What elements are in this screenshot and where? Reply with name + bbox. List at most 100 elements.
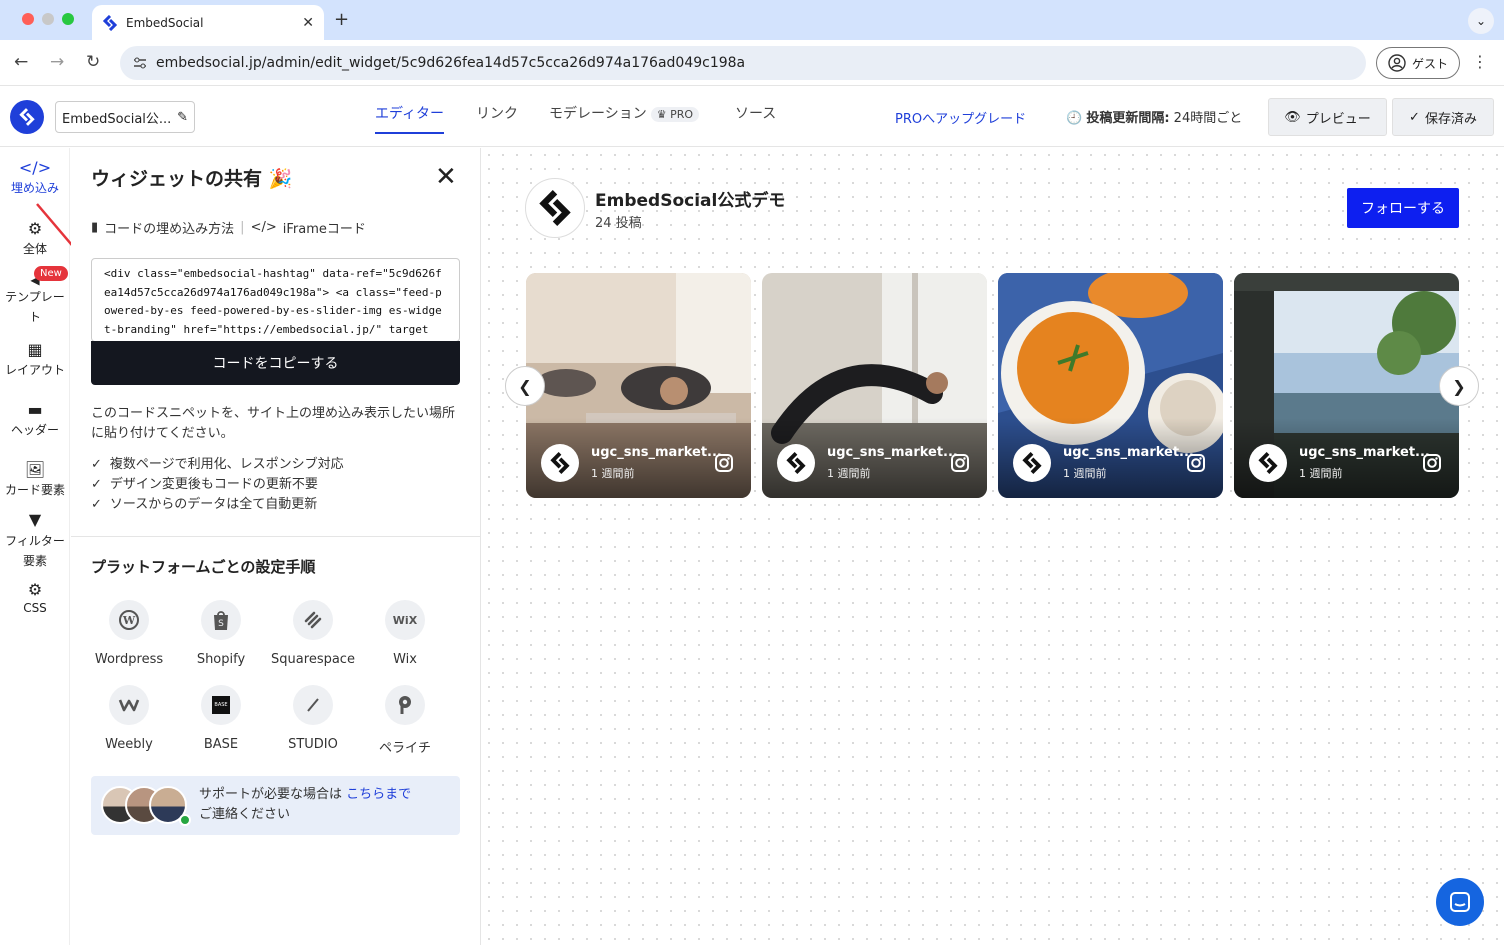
support-suffix: ご連絡ください <box>199 807 291 822</box>
platform-squarespace[interactable]: Squarespace <box>267 600 359 667</box>
support-avatars <box>101 786 191 826</box>
guest-profile-button[interactable]: ゲスト <box>1376 47 1460 79</box>
filter-icon: ▼ <box>28 510 42 529</box>
browser-tab[interactable]: EmbedSocial ✕ <box>92 5 324 40</box>
address-bar[interactable]: embedsocial.jp/admin/edit_widget/5c9d626… <box>120 46 1366 80</box>
embedsocial-logo[interactable] <box>10 100 44 134</box>
shopify-bag-icon: S <box>201 600 241 640</box>
card-avatar <box>777 444 815 482</box>
nav-header[interactable]: ▬ ヘッダー <box>0 400 70 438</box>
browser-tabbar: EmbedSocial ✕ + ⌄ <box>0 0 1504 40</box>
nav-layout-label: レイアウト <box>4 363 65 377</box>
peraichi-icon <box>385 685 425 725</box>
nav-css[interactable]: ⚙ CSS <box>0 580 70 615</box>
close-icon[interactable]: ✕ <box>435 162 457 192</box>
nav-card[interactable]: 🖼 カード要素 <box>0 460 70 498</box>
squarespace-icon <box>293 600 333 640</box>
feature-text: 複数ページで利用化、レスポンシブ対応 <box>109 457 344 472</box>
preview-button[interactable]: 👁 プレビュー <box>1268 98 1387 136</box>
panel-title: ウィジェットの共有 🎉 <box>91 168 293 190</box>
platform-wix[interactable]: WiX Wix <box>359 600 451 667</box>
platform-label: STUDIO <box>288 737 338 752</box>
weebly-icon <box>109 685 149 725</box>
nav-filter-label: フィルター要素 <box>5 534 65 568</box>
card-username: ugc_sns_market... <box>1299 445 1430 460</box>
chat-icon <box>1450 892 1470 912</box>
nav-layout[interactable]: ▦ レイアウト <box>0 340 70 378</box>
support-link[interactable]: こちらまで <box>346 787 411 802</box>
back-icon[interactable]: ← <box>14 52 28 72</box>
profile-icon <box>1388 54 1406 72</box>
maximize-window-icon[interactable] <box>62 13 74 25</box>
chevron-right-icon: ❯ <box>1452 376 1466 396</box>
card-time: 1 週間前 <box>827 467 871 480</box>
close-tab-icon[interactable]: ✕ <box>302 15 314 31</box>
copy-code-button[interactable]: コードをコピーする <box>91 341 460 385</box>
saved-button[interactable]: ✓ 保存済み <box>1392 98 1494 136</box>
platform-weebly[interactable]: Weebly <box>83 685 175 752</box>
card-avatar <box>1249 444 1287 482</box>
platform-base[interactable]: BASE BASE <box>175 685 267 752</box>
support-box: サポートが必要な場合は こちらまで ご連絡ください <box>91 776 460 835</box>
iframe-link[interactable]: iFrameコード <box>283 218 366 237</box>
tab-moderation[interactable]: モデレーション ♛ PRO <box>549 103 700 123</box>
post-card[interactable]: ugc_sns_market... 1 週間前 <box>1234 273 1459 498</box>
howto-link[interactable]: コードの埋め込み方法 <box>104 218 234 237</box>
tab-editor[interactable]: エディター <box>375 103 445 134</box>
tab-title: EmbedSocial <box>126 15 204 30</box>
nav-filter[interactable]: ▼ フィルター要素 <box>0 510 70 571</box>
card-avatar <box>541 444 579 482</box>
forward-icon[interactable]: → <box>50 52 64 72</box>
close-window-icon[interactable] <box>22 13 34 25</box>
post-card[interactable]: ugc_sns_market... 1 週間前 <box>526 273 751 498</box>
logo-icon <box>19 108 35 126</box>
card-username: ugc_sns_market... <box>827 445 958 460</box>
embedsocial-favicon-icon <box>102 14 118 31</box>
post-card[interactable]: ugc_sns_market... 1 週間前 <box>998 273 1223 498</box>
platform-label: BASE <box>203 737 239 752</box>
minimize-window-icon[interactable] <box>42 13 54 25</box>
platform-label: Squarespace <box>271 652 355 667</box>
support-text: サポートが必要な場合は こちらまで ご連絡ください <box>199 785 411 825</box>
nav-embed[interactable]: </> 埋め込み <box>0 158 70 196</box>
card-time: 1 週間前 <box>1299 467 1343 480</box>
nav-header-label: ヘッダー <box>10 423 59 437</box>
feature-item: ✓ ソースからのデータは全て自動更新 <box>91 495 344 515</box>
edit-pencil-icon[interactable]: ✎ <box>177 110 188 125</box>
instagram-icon <box>1187 454 1205 472</box>
slider-prev-button[interactable]: ❮ <box>505 366 545 406</box>
slider-next-button[interactable]: ❯ <box>1439 366 1479 406</box>
follow-button[interactable]: フォローする <box>1347 188 1459 228</box>
chat-launcher-button[interactable] <box>1436 878 1484 926</box>
check-icon: ✓ <box>1409 109 1420 125</box>
chevron-left-icon: ❮ <box>518 376 532 396</box>
browser-menu-icon[interactable]: ⋮ <box>1472 52 1488 71</box>
layout-icon: ▦ <box>27 340 43 359</box>
reload-icon[interactable]: ↻ <box>86 52 100 72</box>
post-card[interactable]: ugc_sns_market... 1 週間前 <box>762 273 987 498</box>
embed-code-textarea[interactable]: <div class="embedsocial-hashtag" data-re… <box>91 258 460 342</box>
platform-label: Wix <box>393 652 417 667</box>
pro-badge-text: PRO <box>670 108 694 121</box>
share-panel: ウィジェットの共有 🎉 ✕ ▮ コードの埋め込み方法 | </> iFrameコ… <box>71 148 481 945</box>
platform-label: Shopify <box>196 652 246 667</box>
tab-search-icon[interactable]: ⌄ <box>1468 8 1494 34</box>
crown-icon: ♛ <box>656 108 667 121</box>
platform-wordpress[interactable]: W Wordpress <box>83 600 175 667</box>
platform-shopify[interactable]: S Shopify <box>175 600 267 667</box>
new-tab-icon[interactable]: + <box>334 9 349 30</box>
document-icon: ▮ <box>91 220 99 235</box>
instruction-text: このコードスニペットを、サイト上の埋め込み表示したい場所に貼り付けてください。 <box>91 406 456 441</box>
site-settings-icon[interactable] <box>132 55 148 71</box>
widget-name-field[interactable]: EmbedSocial公... ✎ <box>55 101 195 133</box>
account-logo-icon <box>539 190 571 226</box>
post-interval[interactable]: 🕘 投稿更新間隔: 24時間ごと <box>1066 107 1242 126</box>
platform-peraichi[interactable]: ペライチ <box>359 685 451 756</box>
account-name: EmbedSocial公式デモ <box>595 191 786 211</box>
widget-preview: EmbedSocial公式デモ 24 投稿 フォローする ugc_sns_mar… <box>482 148 1504 945</box>
tab-link[interactable]: リンク <box>476 103 518 123</box>
platform-studio[interactable]: STUDIO <box>267 685 359 752</box>
account-avatar <box>525 178 585 238</box>
tab-source[interactable]: ソース <box>735 103 776 123</box>
upgrade-link[interactable]: PROへアップグレード <box>895 108 1026 127</box>
